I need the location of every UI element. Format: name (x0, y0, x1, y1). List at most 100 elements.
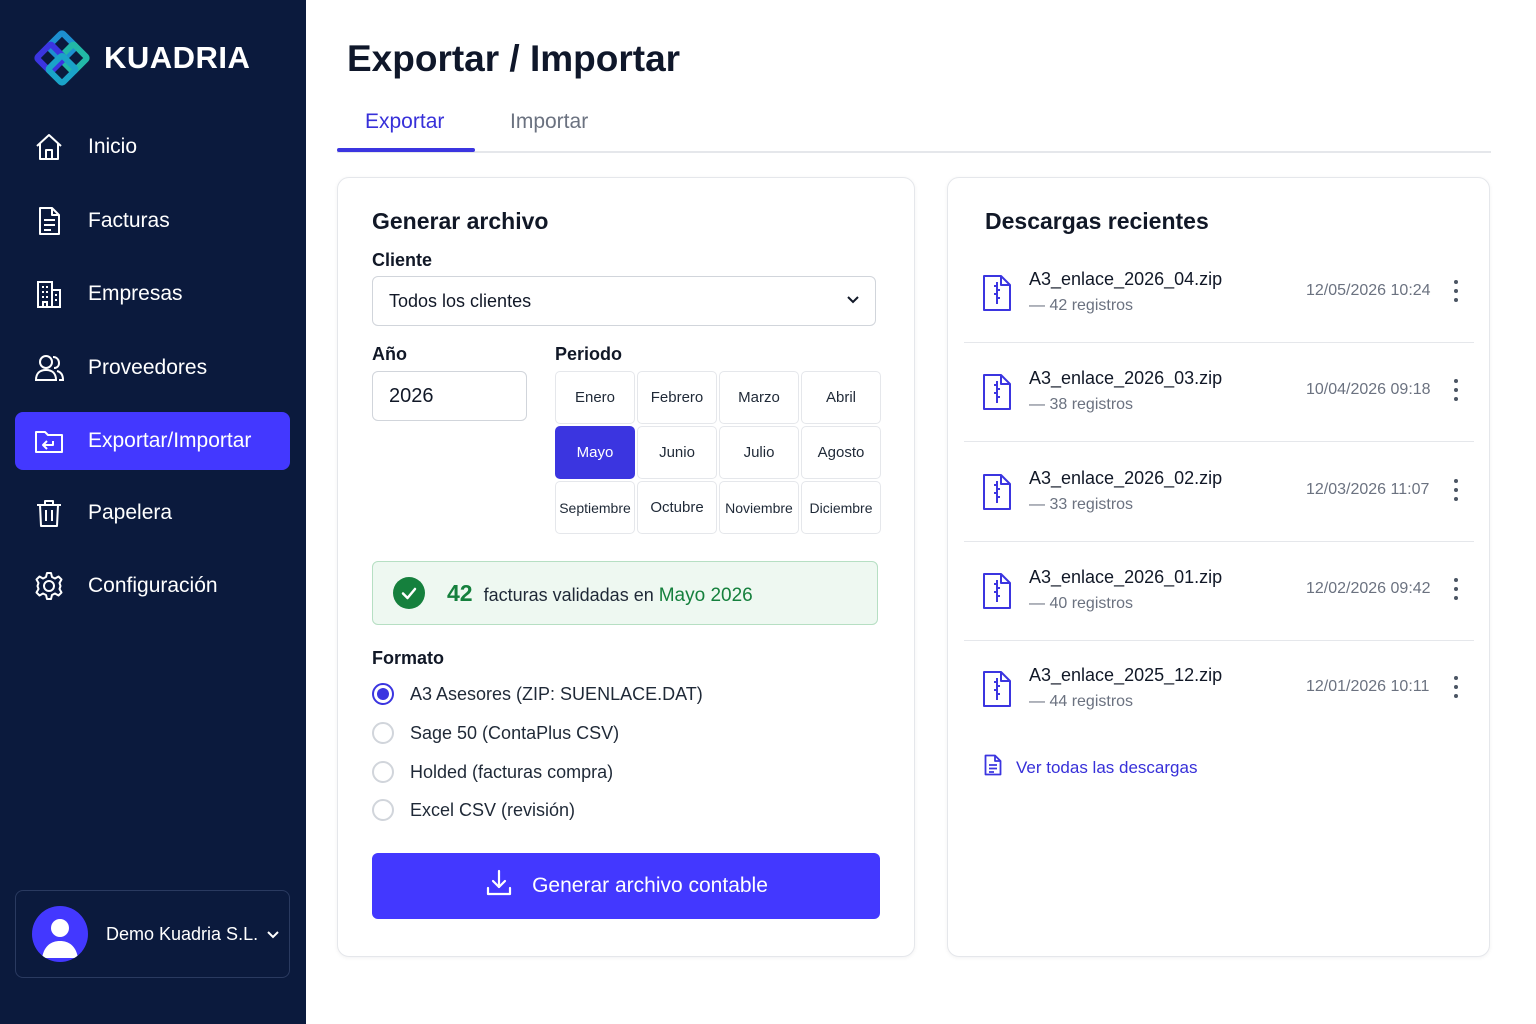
user-menu[interactable]: Demo Kuadria S.L. (15, 890, 290, 978)
home-icon (33, 131, 65, 163)
download-item[interactable]: A3_enlace_2026_04.zip — 42 registros 12/… (964, 244, 1474, 343)
more-options-icon[interactable] (1446, 476, 1466, 504)
year-input[interactable]: 2026 (372, 371, 527, 421)
sidebar-item-papelera[interactable]: Papelera (15, 484, 290, 542)
user-name: Demo Kuadria S.L. (106, 923, 259, 944)
see-all-downloads-link[interactable]: Ver todas las descargas (984, 754, 1197, 781)
month-enero[interactable]: Enero (555, 371, 635, 424)
client-select-value: Todos los clientes (389, 290, 532, 311)
tab-exportar[interactable]: Exportar (365, 110, 444, 134)
download-filename: A3_enlace_2026_01.zip (1029, 567, 1223, 587)
radio-label: A3 Asesores (ZIP: SUENLACE.DAT) (410, 683, 703, 704)
zip-file-icon (982, 572, 1012, 615)
generate-button-label: Generar archivo contable (532, 874, 768, 897)
more-options-icon[interactable] (1446, 575, 1466, 603)
download-item[interactable]: A3_enlace_2026_01.zip — 40 registros 12/… (964, 542, 1474, 641)
check-circle-icon (393, 577, 425, 609)
month-julio[interactable]: Julio (719, 426, 799, 479)
tab-importar[interactable]: Importar (510, 110, 588, 134)
tab-bar: Exportar Importar (337, 100, 1491, 153)
month-febrero[interactable]: Febrero (637, 371, 717, 424)
more-options-icon[interactable] (1446, 376, 1466, 404)
generate-file-button[interactable]: Generar archivo contable (372, 853, 880, 919)
radio-button[interactable] (372, 722, 394, 744)
download-date: 10/04/2026 09:18 (1306, 381, 1431, 398)
download-record-count: — 44 registros (1029, 693, 1134, 710)
validated-count: 42 (447, 579, 473, 606)
more-options-icon[interactable] (1446, 673, 1466, 701)
sidebar-item-label: Exportar/Importar (88, 429, 252, 452)
format-option-excel[interactable]: Excel CSV (revisión) (372, 799, 575, 821)
format-label: Formato (372, 648, 444, 668)
format-option-sage[interactable]: Sage 50 (ContaPlus CSV) (372, 722, 619, 744)
sidebar-item-configuracion[interactable]: Configuración (15, 557, 290, 615)
sidebar-item-proveedores[interactable]: Proveedores (15, 339, 290, 397)
sidebar-item-exportar-importar[interactable]: Exportar/Importar (15, 412, 290, 470)
format-option-holded[interactable]: Holded (facturas compra) (372, 761, 613, 783)
month-septiembre[interactable]: Septiembre (555, 481, 635, 534)
download-icon (484, 868, 514, 904)
period-label: Periodo (555, 344, 623, 364)
month-junio[interactable]: Junio (637, 426, 717, 479)
radio-label: Holded (facturas compra) (410, 761, 614, 782)
zip-file-icon (982, 473, 1012, 516)
month-marzo[interactable]: Marzo (719, 371, 799, 424)
zip-file-icon (982, 670, 1012, 713)
radio-button[interactable] (372, 761, 394, 783)
status-text: 42 facturas validadas en Mayo 2026 (447, 580, 753, 607)
gear-icon (33, 570, 65, 602)
month-mayo[interactable]: Mayo (555, 426, 635, 479)
download-record-count: — 42 registros (1029, 297, 1134, 314)
year-label: Año (372, 344, 407, 364)
sidebar-item-label: Configuración (88, 574, 218, 597)
download-filename: A3_enlace_2026_03.zip (1029, 368, 1223, 388)
chevron-down-icon (845, 291, 861, 312)
more-options-icon[interactable] (1446, 277, 1466, 305)
generate-file-card: Generar archivo Cliente Todos los client… (337, 177, 915, 957)
sidebar-item-facturas[interactable]: Facturas (15, 192, 290, 250)
radio-button[interactable] (372, 683, 394, 705)
logo[interactable]: KUADRIA (30, 26, 250, 90)
month-noviembre[interactable]: Noviembre (719, 481, 799, 534)
card-title: Generar archivo (372, 208, 549, 234)
download-item[interactable]: A3_enlace_2026_02.zip — 33 registros 12/… (964, 443, 1474, 542)
avatar-icon (32, 906, 88, 962)
download-filename: A3_enlace_2026_02.zip (1029, 468, 1223, 488)
radio-button[interactable] (372, 799, 394, 821)
recent-downloads-card: Descargas recientes A3_enlace_2026_04.zi… (947, 177, 1490, 957)
validation-status-banner: 42 facturas validadas en Mayo 2026 (372, 561, 878, 625)
month-agosto[interactable]: Agosto (801, 426, 881, 479)
document-icon (984, 754, 1002, 781)
invoice-icon (33, 205, 65, 237)
month-diciembre[interactable]: Diciembre (801, 481, 881, 534)
radio-label: Excel CSV (revisión) (410, 799, 576, 820)
radio-label: Sage 50 (ContaPlus CSV) (410, 722, 620, 743)
download-record-count: — 33 registros (1029, 496, 1134, 513)
sidebar-item-inicio[interactable]: Inicio (15, 118, 290, 176)
month-octubre[interactable]: Octubre (637, 481, 717, 534)
active-tab-indicator (337, 148, 475, 152)
download-date: 12/02/2026 09:42 (1306, 580, 1431, 597)
sidebar-item-empresas[interactable]: Empresas (15, 265, 290, 323)
client-select[interactable]: Todos los clientes (372, 276, 876, 326)
chevron-down-icon (266, 927, 280, 941)
sidebar-item-label: Facturas (88, 209, 170, 232)
month-abril[interactable]: Abril (801, 371, 881, 424)
sidebar-item-label: Papelera (88, 501, 173, 524)
download-record-count: — 38 registros (1029, 396, 1134, 413)
download-date: 12/05/2026 10:24 (1306, 282, 1431, 299)
building-icon (33, 278, 65, 310)
download-date: 12/01/2026 10:11 (1306, 678, 1430, 695)
download-item[interactable]: A3_enlace_2026_03.zip — 38 registros 10/… (964, 343, 1474, 442)
zip-file-icon (982, 373, 1012, 416)
status-message: facturas validadas en (483, 584, 654, 605)
format-option-a3[interactable]: A3 Asesores (ZIP: SUENLACE.DAT) (372, 683, 703, 705)
card-title: Descargas recientes (985, 208, 1209, 234)
download-item[interactable]: A3_enlace_2025_12.zip — 44 registros 12/… (964, 640, 1474, 739)
zip-file-icon (982, 274, 1012, 317)
folder-transfer-icon (33, 425, 65, 457)
sidebar-item-label: Proveedores (88, 356, 208, 379)
download-filename: A3_enlace_2025_12.zip (1029, 665, 1223, 685)
status-period: Mayo 2026 (658, 584, 753, 606)
logo-text: KUADRIA (104, 40, 251, 75)
